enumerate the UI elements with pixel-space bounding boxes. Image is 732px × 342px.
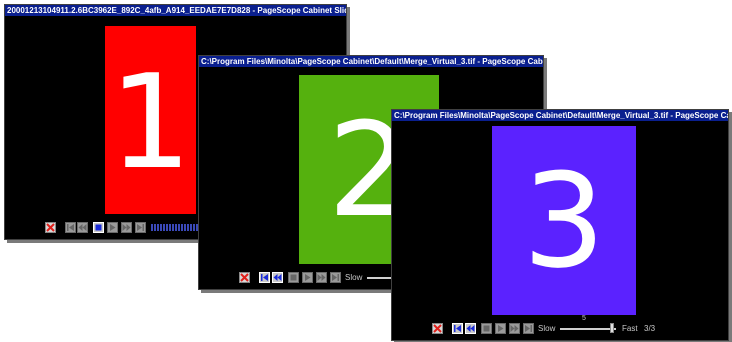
close-icon (46, 223, 55, 232)
window-title[interactable]: C:\Program Files\Minolta\PageScope Cabin… (199, 56, 543, 67)
stop-button[interactable] (93, 222, 104, 233)
fast-forward-button[interactable] (316, 272, 327, 283)
last-page-button[interactable] (135, 222, 146, 233)
fast-forward-icon (317, 274, 326, 281)
first-page-button[interactable] (65, 222, 76, 233)
slide-page: 3 (492, 126, 636, 315)
stop-icon (95, 224, 102, 231)
close-button[interactable] (432, 323, 443, 334)
first-page-button[interactable] (452, 323, 463, 334)
last-page-icon (525, 325, 532, 332)
close-icon (433, 324, 442, 333)
stop-icon (290, 274, 297, 281)
stop-icon (483, 325, 490, 332)
stop-button[interactable] (288, 272, 299, 283)
fast-forward-icon (122, 224, 131, 231)
close-button[interactable] (239, 272, 250, 283)
first-page-icon (454, 325, 461, 332)
slow-label: Slow (538, 324, 556, 333)
first-page-icon (67, 224, 74, 231)
play-button[interactable] (107, 222, 118, 233)
first-page-icon (261, 274, 268, 281)
play-icon (110, 224, 116, 231)
progress-bar (151, 224, 201, 231)
close-icon (240, 273, 249, 282)
speed-slider-thumb[interactable] (610, 323, 614, 333)
slideshow-window-3[interactable]: C:\Program Files\Minolta\PageScope Cabin… (391, 109, 729, 341)
playback-controls: Slow 5 Fast 3/3 (392, 315, 728, 340)
rewind-icon (273, 274, 282, 281)
fast-label: Fast (622, 324, 638, 333)
last-page-button[interactable] (330, 272, 341, 283)
page-counter: 3/3 (644, 324, 656, 333)
speed-slider-track[interactable] (560, 328, 616, 330)
play-icon (498, 325, 504, 332)
rewind-button[interactable] (77, 222, 88, 233)
close-button[interactable] (45, 222, 56, 233)
slide-area: 3 (392, 121, 728, 315)
slide-page: 1 (105, 26, 196, 218)
last-page-icon (137, 224, 144, 231)
play-button[interactable] (302, 272, 313, 283)
fast-forward-icon (510, 325, 519, 332)
rewind-button[interactable] (272, 272, 283, 283)
fast-forward-button[interactable] (509, 323, 520, 334)
window-title[interactable]: C:\Program Files\Minolta\PageScope Cabin… (392, 110, 728, 121)
page-number: 1 (109, 46, 192, 198)
fast-forward-button[interactable] (121, 222, 132, 233)
speed-value: 5 (582, 315, 586, 322)
play-button[interactable] (495, 323, 506, 334)
last-page-icon (332, 274, 339, 281)
window-title[interactable]: 20001213104911.2.6BC3962E_892C_4afb_A914… (5, 5, 346, 16)
rewind-icon (466, 325, 475, 332)
first-page-button[interactable] (259, 272, 270, 283)
play-icon (305, 274, 311, 281)
rewind-icon (78, 224, 87, 231)
stop-button[interactable] (481, 323, 492, 334)
slow-label: Slow (345, 273, 363, 282)
page-number: 3 (522, 144, 606, 297)
last-page-button[interactable] (523, 323, 534, 334)
rewind-button[interactable] (465, 323, 476, 334)
